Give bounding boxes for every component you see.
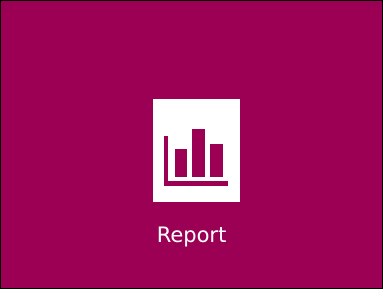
bar-chart-icon-glyph	[164, 129, 228, 186]
bar-chart-icon	[153, 99, 240, 202]
report-tile[interactable]: Report	[0, 0, 383, 289]
report-tile-label: Report	[156, 223, 227, 247]
